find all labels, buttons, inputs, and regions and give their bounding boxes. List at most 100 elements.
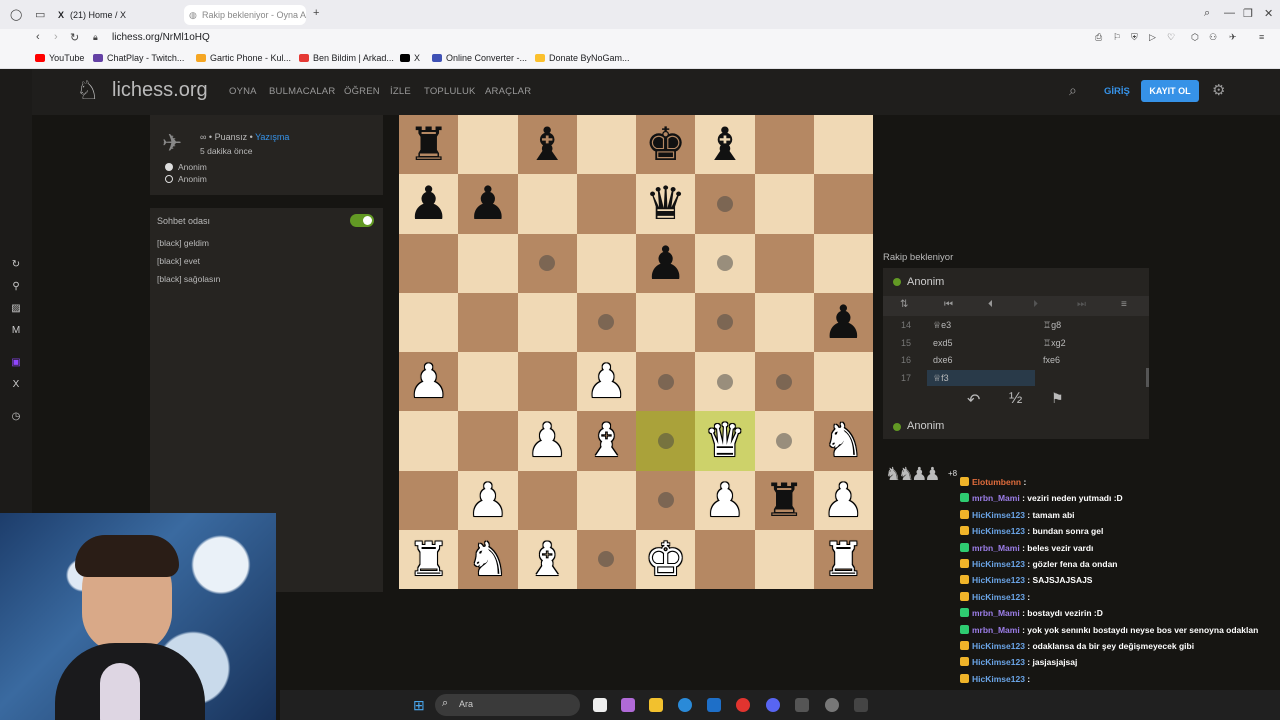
square-b6[interactable] <box>458 233 518 293</box>
black-pawn-b7[interactable]: ♟ <box>458 174 517 233</box>
chat-toggle[interactable] <box>350 214 374 227</box>
move-list-scrollbar[interactable] <box>1146 368 1149 387</box>
white-rook-h1[interactable]: ♜ <box>814 530 873 589</box>
obs-icon[interactable] <box>825 698 839 712</box>
new-tab-icon[interactable]: + <box>313 7 319 19</box>
maximize-icon[interactable]: ❐ <box>1243 7 1253 20</box>
snapshot-icon[interactable]: ⎙ <box>1095 32 1102 43</box>
white-bishop-c1[interactable]: ♝ <box>518 530 577 589</box>
black-bishop-c8[interactable]: ♝ <box>518 115 577 174</box>
back-icon[interactable]: ‹ <box>36 31 40 43</box>
square-h8[interactable] <box>813 115 873 175</box>
black-pawn-a7[interactable]: ♟ <box>399 174 458 233</box>
square-b4[interactable] <box>458 352 518 412</box>
opera-logo-icon[interactable]: ◯ <box>10 8 22 21</box>
first-move-icon[interactable]: ⏮ <box>944 299 953 310</box>
clock-icon[interactable]: ◷ <box>10 411 22 423</box>
nav-community[interactable]: TOPLULUK <box>424 86 476 97</box>
black-move[interactable]: fxe6 <box>1043 355 1060 365</box>
square-d7[interactable] <box>576 174 636 234</box>
square-d8[interactable] <box>576 115 636 175</box>
bookmark-chatplay[interactable]: ChatPlay - Twitch... <box>93 53 184 63</box>
x-logo-icon[interactable]: X <box>10 379 22 391</box>
tab-menu-icon[interactable]: ▭ <box>35 8 45 21</box>
site-logo-text[interactable]: lichess.org <box>112 79 208 102</box>
chess-board[interactable]: ♜ ♝ ♚ ♝ ♟ ♟ ♛ ♟ ♟ ♟ ♟ ♟ ♝ ♛ ♞ ♟ ♟ ♜ ♟ ♜ ♞ ♝ ♚ ♜ 1 2 3 4 5 6 7 8 a b c d e f g h <box>399 115 873 589</box>
last-move-icon[interactable]: ⏭ <box>1077 299 1086 310</box>
square-g5[interactable] <box>754 292 814 352</box>
square-f1[interactable] <box>695 529 755 589</box>
square-c2[interactable] <box>517 470 577 530</box>
bookmark-youtube[interactable]: YouTube <box>35 53 84 63</box>
white-king-e1[interactable]: ♚ <box>636 530 695 589</box>
white-pawn-d4[interactable]: ♟ <box>577 352 636 411</box>
legal-move-dot[interactable] <box>716 373 733 390</box>
aria-icon[interactable]: ⚲ <box>10 281 22 293</box>
square-g7[interactable] <box>754 174 814 234</box>
legal-move-dot[interactable] <box>657 373 674 390</box>
url-field[interactable]: lichess.org/NrMl1oHQ <box>112 32 210 43</box>
black-move[interactable]: ♖xg2 <box>1043 338 1066 349</box>
white-move[interactable]: exd5 <box>933 338 953 348</box>
store-icon[interactable] <box>707 698 721 712</box>
forward-icon[interactable]: › <box>54 31 58 43</box>
black-move[interactable]: ♖g8 <box>1043 320 1061 331</box>
correspondence-link[interactable]: Yazışma <box>255 132 289 142</box>
shield-icon[interactable]: ⛨ <box>1131 32 1138 43</box>
square-e5[interactable] <box>636 292 696 352</box>
white-pawn-b2[interactable]: ♟ <box>458 471 517 530</box>
steam-icon[interactable] <box>795 698 809 712</box>
bookmark-benbildim[interactable]: Ben Bildim | Arkad... <box>299 53 394 63</box>
square-b3[interactable] <box>458 411 518 471</box>
black-player-name[interactable]: Anonim <box>178 174 207 184</box>
white-knight-b1[interactable]: ♞ <box>458 530 517 589</box>
square-c4[interactable] <box>517 352 577 412</box>
discord-icon[interactable] <box>766 698 780 712</box>
square-a2[interactable] <box>399 470 459 530</box>
white-move[interactable]: ♕f3 <box>933 373 949 384</box>
square-d2[interactable] <box>576 470 636 530</box>
black-king-e8[interactable]: ♚ <box>636 115 695 174</box>
square-a6[interactable] <box>399 233 459 293</box>
black-bishop-f8[interactable]: ♝ <box>695 115 754 174</box>
white-player-name[interactable]: Anonim <box>178 162 207 172</box>
opera-icon[interactable] <box>736 698 750 712</box>
wallet-icon[interactable]: ▨ <box>10 303 22 315</box>
play-icon[interactable]: ▷ <box>1149 32 1156 43</box>
copilot-icon[interactable] <box>621 698 635 712</box>
legal-move-dot[interactable] <box>716 255 733 272</box>
square-d6[interactable] <box>576 233 636 293</box>
square-b5[interactable] <box>458 292 518 352</box>
edge-icon[interactable] <box>678 698 692 712</box>
bookmark-donate[interactable]: Donate ByNoGam... <box>535 53 630 63</box>
square-g1[interactable] <box>754 529 814 589</box>
bookmark-icon[interactable]: ⚐ <box>1113 32 1121 43</box>
messenger-icon[interactable]: M <box>10 325 22 337</box>
menu-icon[interactable]: ≡ <box>1121 299 1127 310</box>
legal-move-dot[interactable] <box>776 432 793 449</box>
white-bishop-d3[interactable]: ♝ <box>577 411 636 470</box>
white-pawn-c3[interactable]: ♟ <box>518 411 577 470</box>
windows-start-icon[interactable]: ⊞ <box>413 697 425 714</box>
white-queen-f3[interactable]: ♛ <box>695 411 754 470</box>
twitch-icon[interactable]: ▣ <box>10 357 22 369</box>
black-rook-g2[interactable]: ♜ <box>755 471 814 530</box>
square-c5[interactable] <box>517 292 577 352</box>
square-c7[interactable] <box>517 174 577 234</box>
black-pawn-e6[interactable]: ♟ <box>636 234 695 293</box>
task-view-icon[interactable] <box>593 698 607 712</box>
takeback-icon[interactable]: ↶ <box>967 390 980 410</box>
legal-move-dot[interactable] <box>657 492 674 509</box>
white-pawn-a4[interactable]: ♟ <box>399 352 458 411</box>
nav-watch[interactable]: İZLE <box>390 86 411 97</box>
bookmark-converter[interactable]: Online Converter -... <box>432 53 527 63</box>
bookmark-x[interactable]: X <box>400 53 420 63</box>
nav-learn[interactable]: ÖĞREN <box>344 86 380 97</box>
history-icon[interactable]: ↻ <box>10 259 22 271</box>
tab-lichess[interactable]: ◍ Rakip bekleniyor - Oyna A <box>184 5 306 25</box>
heart-icon[interactable]: ♡ <box>1167 32 1175 43</box>
white-pawn-f2[interactable]: ♟ <box>695 471 754 530</box>
resign-flag-icon[interactable]: ⚑ <box>1051 390 1064 407</box>
prev-move-icon[interactable]: ⏴ <box>988 299 993 310</box>
login-link[interactable]: GİRİŞ <box>1104 86 1130 97</box>
